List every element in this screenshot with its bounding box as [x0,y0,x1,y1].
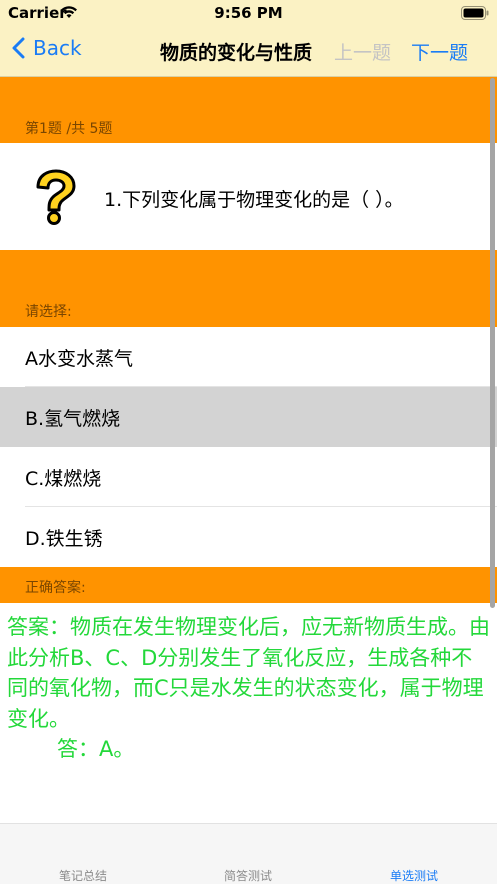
option-label: B.氢气燃烧 [25,407,121,430]
option-b[interactable]: B.氢气燃烧 [0,387,497,447]
next-question-button[interactable]: 下一题 [411,38,468,65]
chevron-left-icon [12,37,25,59]
answer-header: 正确答案: [0,567,497,603]
answer-text: 答案：物质在发生物理变化后，应无新物质生成。由此分析B、C、D分别发生了氧化反应… [7,615,490,731]
choose-header: 请选择: [0,250,497,327]
answer-conclusion: 答：A。 [57,737,135,761]
scrollbar[interactable] [490,78,495,608]
battery-icon [461,5,489,24]
option-a[interactable]: A水变水蒸气 [0,327,497,387]
answer-label: 正确答案: [25,580,86,596]
option-d[interactable]: D.铁生锈 [0,507,497,567]
progress-label: 第1题 /共 5题 [25,121,113,137]
clock: 9:56 PM [214,4,283,22]
tab-short-answer[interactable]: 简答测试 [224,867,272,884]
tab-notes[interactable]: 笔记总结 [59,867,107,884]
choose-label: 请选择: [25,304,72,320]
option-c[interactable]: C.煤燃烧 [0,447,497,507]
tab-single-choice[interactable]: 单选测试 [390,867,438,884]
progress-header: 第1题 /共 5题 [0,77,497,143]
option-label: A水变水蒸气 [25,347,133,370]
back-button[interactable]: Back [12,36,82,60]
tab-bar: 笔记总结 简答测试 单选测试 [0,823,497,884]
answer-explanation: 答案：物质在发生物理变化后，应无新物质生成。由此分析B、C、D分别发生了氧化反应… [7,612,493,765]
question-card: 1.下列变化属于物理变化的是（ ）。 [0,143,497,250]
prev-question-button[interactable]: 上一题 [334,38,391,65]
option-label: C.煤燃烧 [25,467,102,490]
status-bar: Carrier 9:56 PM [0,0,497,26]
question-mark-icon [30,169,80,229]
navigation-bar: Back 物质的变化与性质 上一题 下一题 [0,26,497,77]
page-title: 物质的变化与性质 [160,42,313,64]
back-label: Back [33,36,82,60]
question-text: 1.下列变化属于物理变化的是（ ）。 [104,189,404,211]
option-label: D.铁生锈 [25,527,103,550]
